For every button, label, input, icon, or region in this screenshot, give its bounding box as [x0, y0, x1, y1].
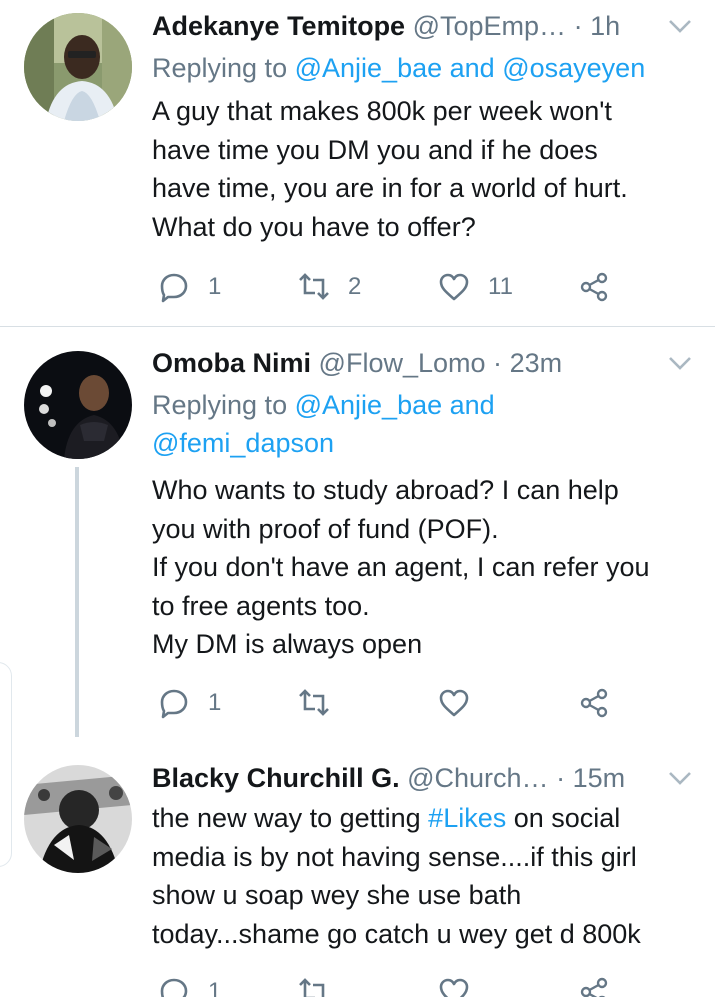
separator-dot: · [493, 348, 503, 378]
timestamp[interactable]: 1h [590, 11, 620, 41]
mention-link[interactable]: @femi_dapson [152, 428, 334, 458]
display-name[interactable]: Omoba Nimi [152, 348, 311, 378]
tweet-header: Omoba Nimi @Flow_Lomo · 23m [152, 343, 695, 383]
reply-count: 1 [208, 689, 222, 716]
reply-icon [160, 978, 188, 997]
replying-to: Replying to @Anjie_bae and @osayeyen [152, 49, 695, 87]
separator-dot: · [556, 763, 566, 793]
hashtag-link[interactable]: #Likes [428, 803, 506, 833]
tweet-text: A guy that makes 800k per week won't hav… [152, 92, 697, 246]
tweet-actions: 1 2 11 [152, 267, 632, 307]
tweet-text-segment: the new way to getting [152, 803, 429, 833]
chevron-down-icon[interactable] [665, 764, 695, 792]
tweet-text-line: show u soap wey she use bath [152, 880, 522, 910]
retweet-icon [299, 689, 329, 716]
reply-icon [160, 273, 188, 303]
like-count: 11 [488, 273, 513, 300]
avatar-photo [24, 765, 132, 873]
timestamp[interactable]: 23m [510, 348, 563, 378]
tweet-text-line: If you don't have an agent, I can refer … [152, 552, 650, 582]
share-button[interactable] [578, 267, 610, 307]
tweet-actions: 1 [152, 683, 632, 723]
retweet-button[interactable]: 2 [298, 267, 361, 307]
share-button[interactable] [578, 972, 610, 997]
share-icon [580, 272, 608, 302]
reply-icon [160, 689, 188, 719]
tweet-text-line: My DM is always open [152, 629, 423, 659]
retweet-button[interactable] [298, 972, 330, 997]
avatar[interactable] [24, 765, 132, 873]
share-icon [580, 688, 608, 718]
mention-link[interactable]: @Anjie_bae [295, 53, 443, 83]
heart-icon [439, 689, 469, 717]
tweet-text-segment: on social [506, 803, 621, 833]
tweet-text-line: A guy that makes 800k per week won't [152, 96, 612, 126]
chevron-down-icon[interactable] [665, 349, 695, 377]
display-name[interactable]: Adekanye Temitope [152, 11, 405, 41]
reply-button[interactable]: 1 [158, 267, 221, 307]
tweet-text-line: media is by not having sense....if this … [152, 841, 637, 872]
heart-icon [439, 978, 469, 997]
retweet-icon [299, 978, 325, 997]
mention-link[interactable]: @osayeyen [502, 53, 645, 83]
tweet-1[interactable]: Adekanye Temitope @TopEmp… · 1h Replying… [0, 0, 715, 326]
tweet-text-line: have time you DM you and if he does [152, 134, 598, 165]
tweet-text: Who wants to study abroad? I can help yo… [152, 471, 697, 664]
mention-link[interactable]: @Anjie_bae [295, 390, 443, 420]
reply-button[interactable]: 1 [158, 972, 221, 997]
tweet-actions: 1 [152, 972, 632, 997]
heart-icon [439, 273, 469, 301]
retweet-button[interactable] [298, 683, 330, 723]
tweet-text-line: Who wants to study abroad? I can help [152, 475, 619, 505]
separator-dot: · [573, 11, 583, 41]
avatar[interactable] [24, 351, 132, 459]
reply-count: 1 [208, 978, 222, 997]
tweet-text-line: What do you have to offer? [152, 211, 476, 242]
timestamp[interactable]: 15m [573, 763, 626, 793]
tweet-text-line: have time, you are in for a world of hur… [152, 173, 628, 203]
chevron-down-icon[interactable] [665, 12, 695, 40]
tweet-text-line: the new way to getting #Likes on social [152, 799, 697, 838]
tweet-text-line: to free agents too. [152, 590, 370, 621]
mention-and[interactable]: and [450, 53, 495, 83]
avatar-photo [24, 13, 132, 121]
tweet-3[interactable]: Blacky Churchill G. @Church… · 15m the n… [0, 740, 715, 997]
user-handle[interactable]: @TopEmp… [413, 11, 566, 41]
display-name[interactable]: Blacky Churchill G. [152, 763, 400, 793]
avatar-photo [24, 351, 132, 459]
share-button[interactable] [578, 683, 610, 723]
share-icon [580, 977, 608, 997]
retweet-count: 2 [348, 273, 362, 300]
user-handle[interactable]: @Church… [407, 763, 548, 793]
replying-to-label: Replying to [152, 53, 288, 83]
mention-and[interactable]: and [450, 390, 495, 420]
tweet-2[interactable]: Omoba Nimi @Flow_Lomo · 23m Replying to … [0, 327, 715, 737]
tweet-text-line: today...shame go catch u wey get d 800k [152, 918, 641, 949]
thread-line [75, 467, 79, 737]
replying-to-label: Replying to [152, 390, 288, 420]
tweet-header: Blacky Churchill G. @Church… · 15m [152, 758, 695, 798]
like-button[interactable] [438, 972, 470, 997]
reply-button[interactable]: 1 [158, 683, 221, 723]
tweet-text: the new way to getting #Likes on social … [152, 799, 697, 953]
tweet-header: Adekanye Temitope @TopEmp… · 1h [152, 6, 695, 46]
user-handle[interactable]: @Flow_Lomo [319, 348, 486, 378]
like-button[interactable]: 11 [438, 267, 513, 307]
tweet-text-line: you with proof of fund (POF). [152, 513, 499, 544]
reply-count: 1 [208, 273, 222, 300]
replying-to: Replying to @Anjie_bae and @femi_dapson [152, 386, 695, 462]
retweet-icon [299, 273, 329, 300]
like-button[interactable] [438, 683, 470, 723]
avatar[interactable] [24, 13, 132, 121]
